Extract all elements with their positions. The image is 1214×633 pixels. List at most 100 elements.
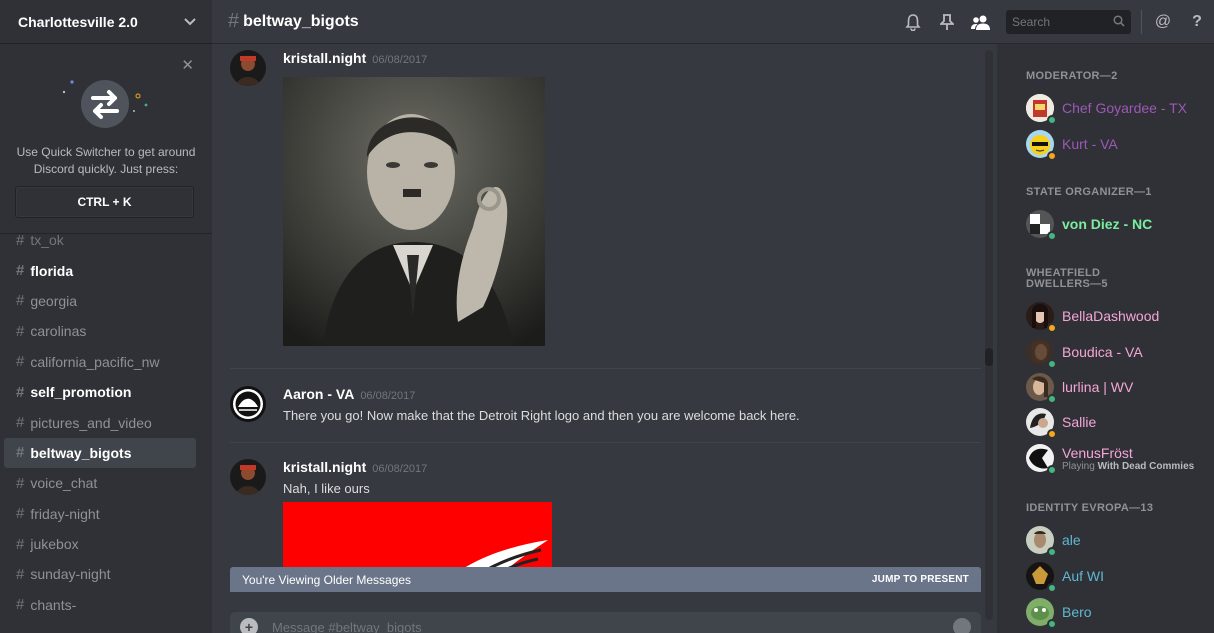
shortcut-key: CTRL + K <box>15 186 194 218</box>
member-item[interactable]: Auf WI <box>1026 562 1105 593</box>
status-indicator <box>1047 323 1057 333</box>
message-author[interactable]: kristall.night <box>283 50 366 66</box>
message-input-placeholder: Message #beltway_bigots <box>272 619 422 633</box>
avatar[interactable] <box>230 386 266 422</box>
hash-icon: # <box>16 292 25 310</box>
channel-label: sunday-night <box>30 566 111 583</box>
message-input[interactable]: + Message #beltway_bigots <box>230 612 981 633</box>
member-item[interactable]: Sallie <box>1026 408 1097 439</box>
message-header: Aaron - VA 06/08/2017 <box>283 386 415 402</box>
description-line: Use Quick Switcher to get around <box>16 145 196 159</box>
member-name: Auf WI <box>1062 568 1105 584</box>
member-item[interactable]: BellaDashwood <box>1026 302 1160 333</box>
activity-name: With Dead Commies <box>1097 460 1195 472</box>
hash-icon: # <box>16 596 25 614</box>
role-header-line: DWELLERS—5 <box>1026 278 1108 290</box>
channel-sidebar: Charlottesville 2.0 # tx_ok # florida # geo… <box>0 0 212 633</box>
scrollbar-track[interactable] <box>985 50 993 620</box>
discord-app: Charlottesville 2.0 # tx_ok # florida # geo… <box>0 0 1214 633</box>
avatar[interactable] <box>230 50 266 86</box>
avatar <box>1026 373 1057 404</box>
member-name: Boudica - VA <box>1062 344 1143 360</box>
bell-icon[interactable] <box>896 0 930 44</box>
status-indicator <box>1047 394 1057 404</box>
older-messages-bar[interactable]: You're Viewing Older Messages JUMP TO PR… <box>230 567 981 592</box>
server-header[interactable]: Charlottesville 2.0 <box>0 0 212 44</box>
hash-icon: # <box>16 505 25 523</box>
avatar <box>1026 562 1057 593</box>
older-messages-label: You're Viewing Older Messages <box>242 572 412 587</box>
member-item[interactable]: Boudica - VA <box>1026 338 1143 369</box>
hash-icon: # <box>228 10 240 32</box>
quick-switcher-tip: ✕ Use Quick Switcher to get around Disco… <box>0 44 212 234</box>
members-icon[interactable] <box>964 0 998 44</box>
channel-florida[interactable]: # florida <box>4 255 196 285</box>
member-name: Sallie <box>1062 414 1097 430</box>
channel-jukebox[interactable]: # jukebox <box>4 529 196 559</box>
header-divider <box>1141 10 1142 34</box>
message-timestamp: 06/08/2017 <box>372 54 428 66</box>
channel-list: # tx_ok # florida # georgia # carolinas # cal… <box>0 225 212 620</box>
message-list: kristall.night 06/08/2017 Aaron - VA 06/… <box>212 44 997 592</box>
member-name: VenusFröst <box>1062 444 1133 461</box>
channel-carolinas[interactable]: # carolinas <box>4 316 196 346</box>
channel-label: beltway_bigots <box>30 444 132 461</box>
member-item[interactable]: Kurt - VA <box>1026 130 1118 161</box>
channel-pictures-and-video[interactable]: # pictures_and_video <box>4 407 196 437</box>
message-author[interactable]: kristall.night <box>283 459 366 475</box>
status-indicator <box>1047 429 1057 439</box>
message-image-attachment[interactable] <box>283 77 545 346</box>
channel-georgia[interactable]: # georgia <box>4 286 196 316</box>
channel-self-promotion[interactable]: # self_promotion <box>4 377 196 407</box>
scrollbar-thumb[interactable] <box>985 348 993 366</box>
member-item[interactable]: Bero <box>1026 598 1092 629</box>
description-line: Discord quickly. Just press: <box>33 162 179 176</box>
channel-voice-chat[interactable]: # voice_chat <box>4 468 196 498</box>
message-item: kristall.night 06/08/2017 <box>230 50 981 350</box>
pin-icon[interactable] <box>930 0 964 44</box>
avatar[interactable] <box>230 459 266 495</box>
upload-plus-icon[interactable]: + <box>240 618 258 633</box>
hash-icon: # <box>16 231 25 249</box>
channel-name: beltway_bigots <box>243 12 359 30</box>
mention-icon[interactable]: @ <box>1146 0 1180 44</box>
message-timestamp: 06/08/2017 <box>360 390 416 402</box>
server-name: Charlottesville 2.0 <box>18 13 138 30</box>
portrait-photo <box>283 77 545 346</box>
channel-label: friday-night <box>30 505 100 522</box>
member-item[interactable]: Chef Goyardee - TX <box>1026 94 1188 125</box>
quick-switcher-icon <box>62 80 148 128</box>
chevron-down-icon[interactable] <box>184 15 196 29</box>
emoji-icon[interactable] <box>953 618 971 633</box>
channel-friday-night[interactable]: # friday-night <box>4 499 196 529</box>
close-icon[interactable]: ✕ <box>181 56 194 74</box>
jump-to-present-button[interactable]: JUMP TO PRESENT <box>872 574 969 585</box>
channel-label: self_promotion <box>30 384 132 401</box>
hash-icon: # <box>16 353 25 371</box>
channel-sunday-night[interactable]: # sunday-night <box>4 559 196 589</box>
member-list: MODERATOR—2 Chef Goyardee - TX Kurt - VA… <box>997 44 1214 633</box>
member-item[interactable]: VenusFröst Playing With Dead Commies <box>1026 444 1195 475</box>
help-icon[interactable]: ? <box>1180 0 1214 44</box>
channel-label: georgia <box>30 292 78 309</box>
search-input[interactable]: Search <box>1006 10 1131 34</box>
message-author[interactable]: Aaron - VA <box>283 386 354 402</box>
status-indicator <box>1047 583 1057 593</box>
channel-chants[interactable]: # chants- <box>4 590 196 620</box>
status-indicator <box>1047 231 1057 241</box>
quick-switcher-description: Use Quick Switcher to get around Discord… <box>0 144 212 178</box>
avatar <box>1026 94 1057 125</box>
message-header: kristall.night 06/08/2017 <box>283 459 427 475</box>
member-item[interactable]: lurlina | WV <box>1026 373 1133 404</box>
member-name: Chef Goyardee - TX <box>1062 100 1188 116</box>
hash-icon: # <box>16 322 25 340</box>
member-name: BellaDashwood <box>1062 308 1160 324</box>
message-text: Nah, I like ours <box>283 481 370 496</box>
member-item[interactable]: ale <box>1026 526 1081 557</box>
channel-california-pacific-nw[interactable]: # california_pacific_nw <box>4 347 196 377</box>
member-item[interactable]: von Diez - NC <box>1026 210 1152 241</box>
avatar <box>1026 338 1057 369</box>
status-indicator <box>1047 151 1057 161</box>
channel-beltway-bigots[interactable]: # beltway_bigots <box>4 437 196 469</box>
member-name: Bero <box>1062 604 1092 620</box>
